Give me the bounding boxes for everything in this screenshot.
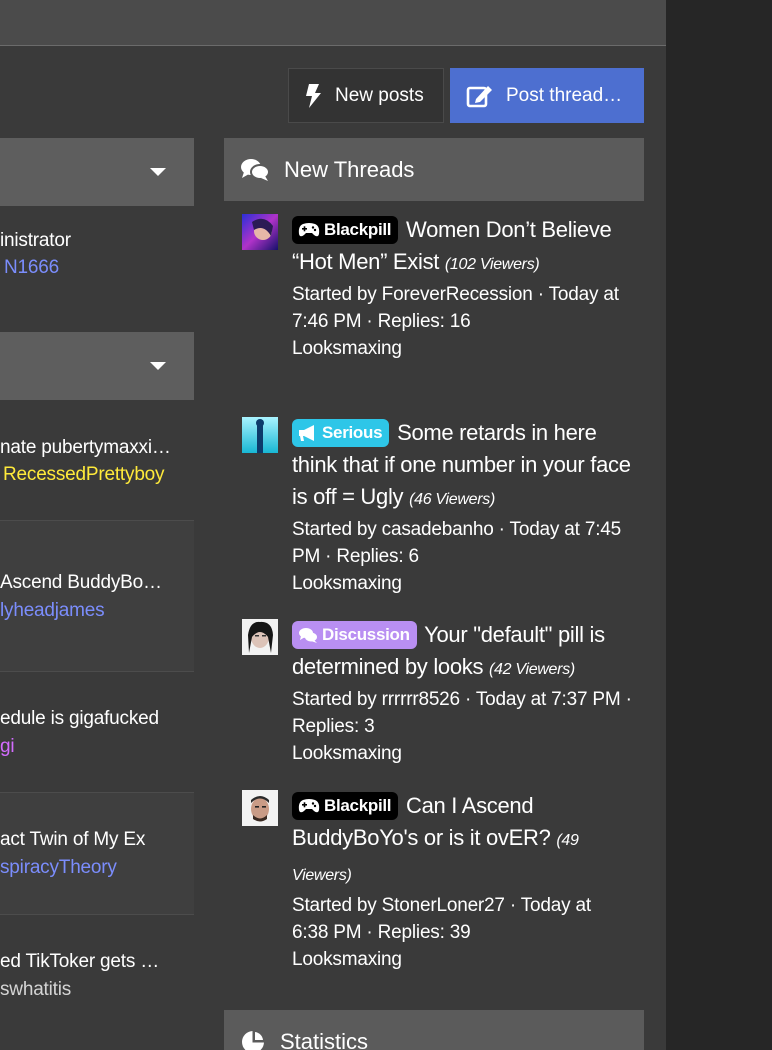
new-threads-header: New Threads (224, 138, 644, 201)
list-item-author[interactable]: spiracyTheory (0, 857, 117, 879)
list-item[interactable] (0, 521, 194, 672)
statistics-header: Statistics (224, 1010, 644, 1050)
new-posts-label: New posts (335, 84, 424, 106)
list-item-title[interactable]: Ascend BuddyBo… (0, 572, 162, 594)
prefix-badge[interactable]: Blackpill (292, 216, 399, 244)
list-item-title[interactable]: edule is gigafucked (0, 708, 159, 730)
viewer-count: (42 Viewers) (489, 661, 575, 678)
gamepad-icon (298, 799, 320, 813)
thread-forum[interactable]: Looksmaxing (292, 946, 632, 973)
list-item-title[interactable]: nate pubertymaxxi… (0, 437, 171, 459)
list-item-author[interactable]: lyheadjames (0, 600, 105, 622)
thread-forum[interactable]: Looksmaxing (292, 740, 632, 767)
page-margin (666, 0, 772, 1050)
list-item-author[interactable]: swhatitis (0, 979, 71, 1001)
chevron-down-icon[interactable] (150, 168, 166, 176)
edit-icon (466, 85, 492, 107)
prefix-badge[interactable]: Serious (292, 419, 390, 447)
avatar[interactable] (242, 214, 278, 250)
prefix-badge[interactable]: Discussion (292, 621, 417, 649)
chevron-down-icon[interactable] (150, 362, 166, 370)
comments-icon (299, 628, 317, 643)
sidebar-block-header[interactable] (0, 138, 194, 206)
list-item-author[interactable]: gi (0, 736, 15, 758)
statistics-title: Statistics (280, 1028, 369, 1050)
post-thread-label: Post thread… (506, 84, 623, 106)
thread-meta: Started by ForeverRecession · Today at 7… (292, 284, 619, 332)
list-item-author[interactable]: RecessedPrettyboy (3, 464, 165, 486)
list-item-title[interactable]: act Twin of My Ex (0, 829, 145, 851)
new-posts-button[interactable]: New posts (288, 68, 444, 123)
member-name[interactable]: N1666 (4, 257, 59, 279)
post-thread-button[interactable]: Post thread… (450, 68, 644, 123)
megaphone-icon (299, 425, 314, 441)
member-role: inistrator (0, 230, 71, 251)
thread-forum[interactable]: Looksmaxing (292, 570, 632, 597)
bolt-icon (306, 83, 321, 108)
gamepad-icon (298, 223, 320, 237)
avatar[interactable] (242, 417, 278, 453)
top-bar (0, 0, 666, 46)
viewer-count: (46 Viewers) (409, 491, 495, 508)
thread-meta: Started by StonerLoner27 · Today at 6:38… (292, 895, 591, 943)
new-threads-title: New Threads (284, 156, 415, 182)
thread-forum[interactable]: Looksmaxing (292, 335, 632, 362)
thread-meta: Started by rrrrrr8526 · Today at 7:37 PM… (292, 689, 632, 737)
list-item[interactable] (0, 793, 194, 915)
thread-meta: Started by casadebanho · Today at 7:45 P… (292, 519, 622, 567)
pie-chart-icon (242, 1029, 265, 1050)
list-item-title[interactable]: ed TikToker gets … (0, 951, 159, 973)
page: New posts Post thread… inistrator N1666 … (0, 0, 666, 1050)
prefix-badge[interactable]: Blackpill (292, 792, 399, 820)
avatar[interactable] (242, 790, 278, 826)
viewer-count: (102 Viewers) (444, 256, 540, 273)
list-item[interactable] (0, 400, 194, 521)
list-item[interactable] (0, 672, 194, 793)
avatar[interactable] (242, 619, 278, 655)
comments-icon (241, 158, 270, 181)
sidebar-block-header[interactable] (0, 332, 194, 400)
